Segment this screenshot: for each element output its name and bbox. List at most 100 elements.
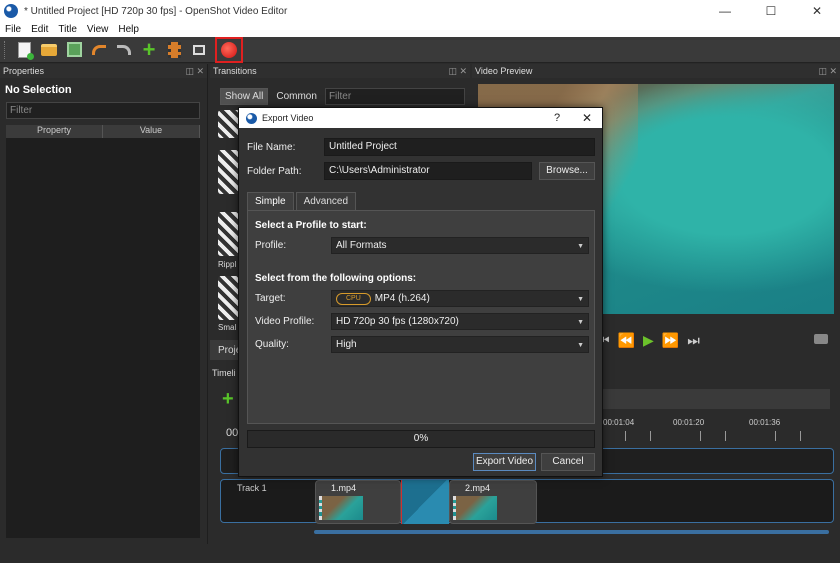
undo-button[interactable] <box>88 39 110 61</box>
ruler-tick-label: 00:01:36 <box>749 418 781 427</box>
target-row: Target: CPU MP4 (h.264) ▼ <box>255 290 589 307</box>
profile-label: Profile: <box>255 240 287 251</box>
tab-simple[interactable]: Simple <box>247 192 294 210</box>
camera-icon[interactable] <box>814 334 828 344</box>
new-project-button[interactable] <box>13 39 35 61</box>
file-name-label: File Name: <box>247 141 296 153</box>
save-project-button[interactable] <box>63 39 85 61</box>
fast-forward-icon[interactable]: ⏩ <box>662 332 679 349</box>
track-1[interactable]: Track 1 1.mp4 2.mp4 <box>220 479 834 524</box>
panel-float-close-icon[interactable]: ◫ ✕ <box>818 66 840 77</box>
export-video-button-dialog[interactable]: Export Video <box>473 453 536 471</box>
properties-panel-title: Properties <box>3 66 45 76</box>
timeline-ruler[interactable]: 00:01:04 00:01:20 00:01:36 <box>600 415 830 445</box>
menu-file[interactable]: File <box>0 24 26 35</box>
profile-row: Profile: All Formats ▼ <box>255 237 589 254</box>
show-all-button[interactable]: Show All <box>220 88 269 105</box>
video-profile-select-value: HD 720p 30 fps (1280x720) <box>336 316 459 327</box>
column-property[interactable]: Property <box>6 125 103 138</box>
transition-thumb[interactable] <box>218 212 240 256</box>
video-profile-row: Video Profile: HD 720p 30 fps (1280x720)… <box>255 313 589 330</box>
clip-1[interactable]: 1.mp4 <box>315 480 401 524</box>
rewind-icon[interactable]: ⏪ <box>618 332 635 349</box>
transition-thumb[interactable] <box>218 276 240 320</box>
menu-edit[interactable]: Edit <box>26 24 53 35</box>
project-files-tab[interactable]: Proje <box>210 340 241 360</box>
simple-tab-pane: Select a Profile to start: Profile: All … <box>247 210 595 424</box>
ruler-tick <box>625 431 626 441</box>
quality-label: Quality: <box>255 339 289 350</box>
ruler-tick <box>650 431 651 441</box>
clip-thumbnail <box>453 496 497 520</box>
video-profile-select[interactable]: HD 720p 30 fps (1280x720) ▼ <box>331 313 589 330</box>
quality-select[interactable]: High ▼ <box>331 336 589 353</box>
chevron-down-icon: ▼ <box>577 243 584 250</box>
properties-panel-header: Properties ◫ ✕ <box>0 64 207 78</box>
main-toolbar: + <box>0 36 840 63</box>
fullscreen-button[interactable] <box>188 39 210 61</box>
ruler-tick <box>725 431 726 441</box>
openshot-logo-icon <box>246 112 257 124</box>
play-icon[interactable]: ▶ <box>643 332 654 349</box>
menu-help[interactable]: Help <box>113 24 144 35</box>
target-select[interactable]: CPU MP4 (h.264) ▼ <box>331 290 589 307</box>
export-video-button[interactable] <box>215 36 243 63</box>
clip-2[interactable]: 2.mp4 <box>449 480 537 524</box>
cpu-badge: CPU <box>336 292 371 305</box>
common-button[interactable]: Common <box>272 91 321 102</box>
open-project-button[interactable] <box>38 39 60 61</box>
select-profile-heading: Select a Profile to start: <box>255 220 367 231</box>
menu-view[interactable]: View <box>82 24 114 35</box>
video-preview-header: Video Preview ◫ ✕ <box>472 64 840 78</box>
file-name-input[interactable]: Untitled Project <box>324 138 595 156</box>
properties-table-header: Property Value <box>6 125 200 138</box>
undo-icon <box>92 44 106 55</box>
jump-end-icon[interactable]: ⏭ <box>687 332 700 349</box>
toolbar-grip[interactable] <box>4 40 7 59</box>
transition-block[interactable] <box>401 480 449 524</box>
menu-title[interactable]: Title <box>53 24 82 35</box>
playhead[interactable] <box>401 480 402 524</box>
import-files-icon: + <box>142 36 156 62</box>
properties-panel: Properties ◫ ✕ No Selection Filter Prope… <box>0 64 208 544</box>
help-button[interactable]: ? <box>542 112 572 124</box>
redo-button[interactable] <box>113 39 135 61</box>
properties-table-body[interactable] <box>6 138 200 538</box>
timecode-display: 00 <box>226 427 239 439</box>
save-project-icon <box>66 42 82 57</box>
panel-float-close-icon[interactable]: ◫ ✕ <box>448 66 470 77</box>
export-video-dialog: Export Video ? ✕ File Name: Untitled Pro… <box>238 107 603 477</box>
minimize-button[interactable]: — <box>702 0 748 22</box>
profile-button[interactable] <box>163 39 185 61</box>
ruler-tick-label: 00:01:20 <box>673 418 705 427</box>
browse-button[interactable]: Browse... <box>539 162 595 180</box>
ruler-tick <box>775 431 776 441</box>
folder-path-input[interactable]: C:\Users\Administrator <box>324 162 532 180</box>
target-select-value: MP4 (h.264) <box>374 293 430 304</box>
maximize-button[interactable]: ☐ <box>748 0 794 22</box>
export-tabs: Simple Advanced <box>247 192 358 210</box>
cancel-button[interactable]: Cancel <box>541 453 595 471</box>
fullscreen-icon <box>193 44 205 55</box>
chevron-down-icon: ▼ <box>577 296 584 303</box>
panel-float-close-icon[interactable]: ◫ ✕ <box>185 66 207 77</box>
transition-thumb[interactable] <box>218 150 240 194</box>
properties-filter-input[interactable]: Filter <box>6 102 200 119</box>
profile-icon <box>167 41 181 58</box>
ruler-tick-label: 00:01:04 <box>603 418 635 427</box>
timeline-scrollbar[interactable] <box>314 530 829 534</box>
folder-path-row: Folder Path: C:\Users\Administrator Brow… <box>247 162 595 180</box>
redo-icon <box>117 44 131 55</box>
column-value[interactable]: Value <box>103 125 200 138</box>
chevron-down-icon: ▼ <box>577 342 584 349</box>
dialog-close-button[interactable]: ✕ <box>572 111 602 125</box>
file-name-row: File Name: Untitled Project <box>247 138 595 156</box>
add-track-icon[interactable]: + <box>222 388 234 411</box>
transitions-filter-input[interactable]: Filter <box>324 88 465 105</box>
close-button[interactable]: ✕ <box>794 0 840 22</box>
open-project-icon <box>41 43 57 56</box>
tab-advanced[interactable]: Advanced <box>295 192 357 210</box>
transition-thumb[interactable] <box>218 110 240 138</box>
profile-select[interactable]: All Formats ▼ <box>331 237 589 254</box>
import-files-button[interactable]: + <box>138 36 160 62</box>
